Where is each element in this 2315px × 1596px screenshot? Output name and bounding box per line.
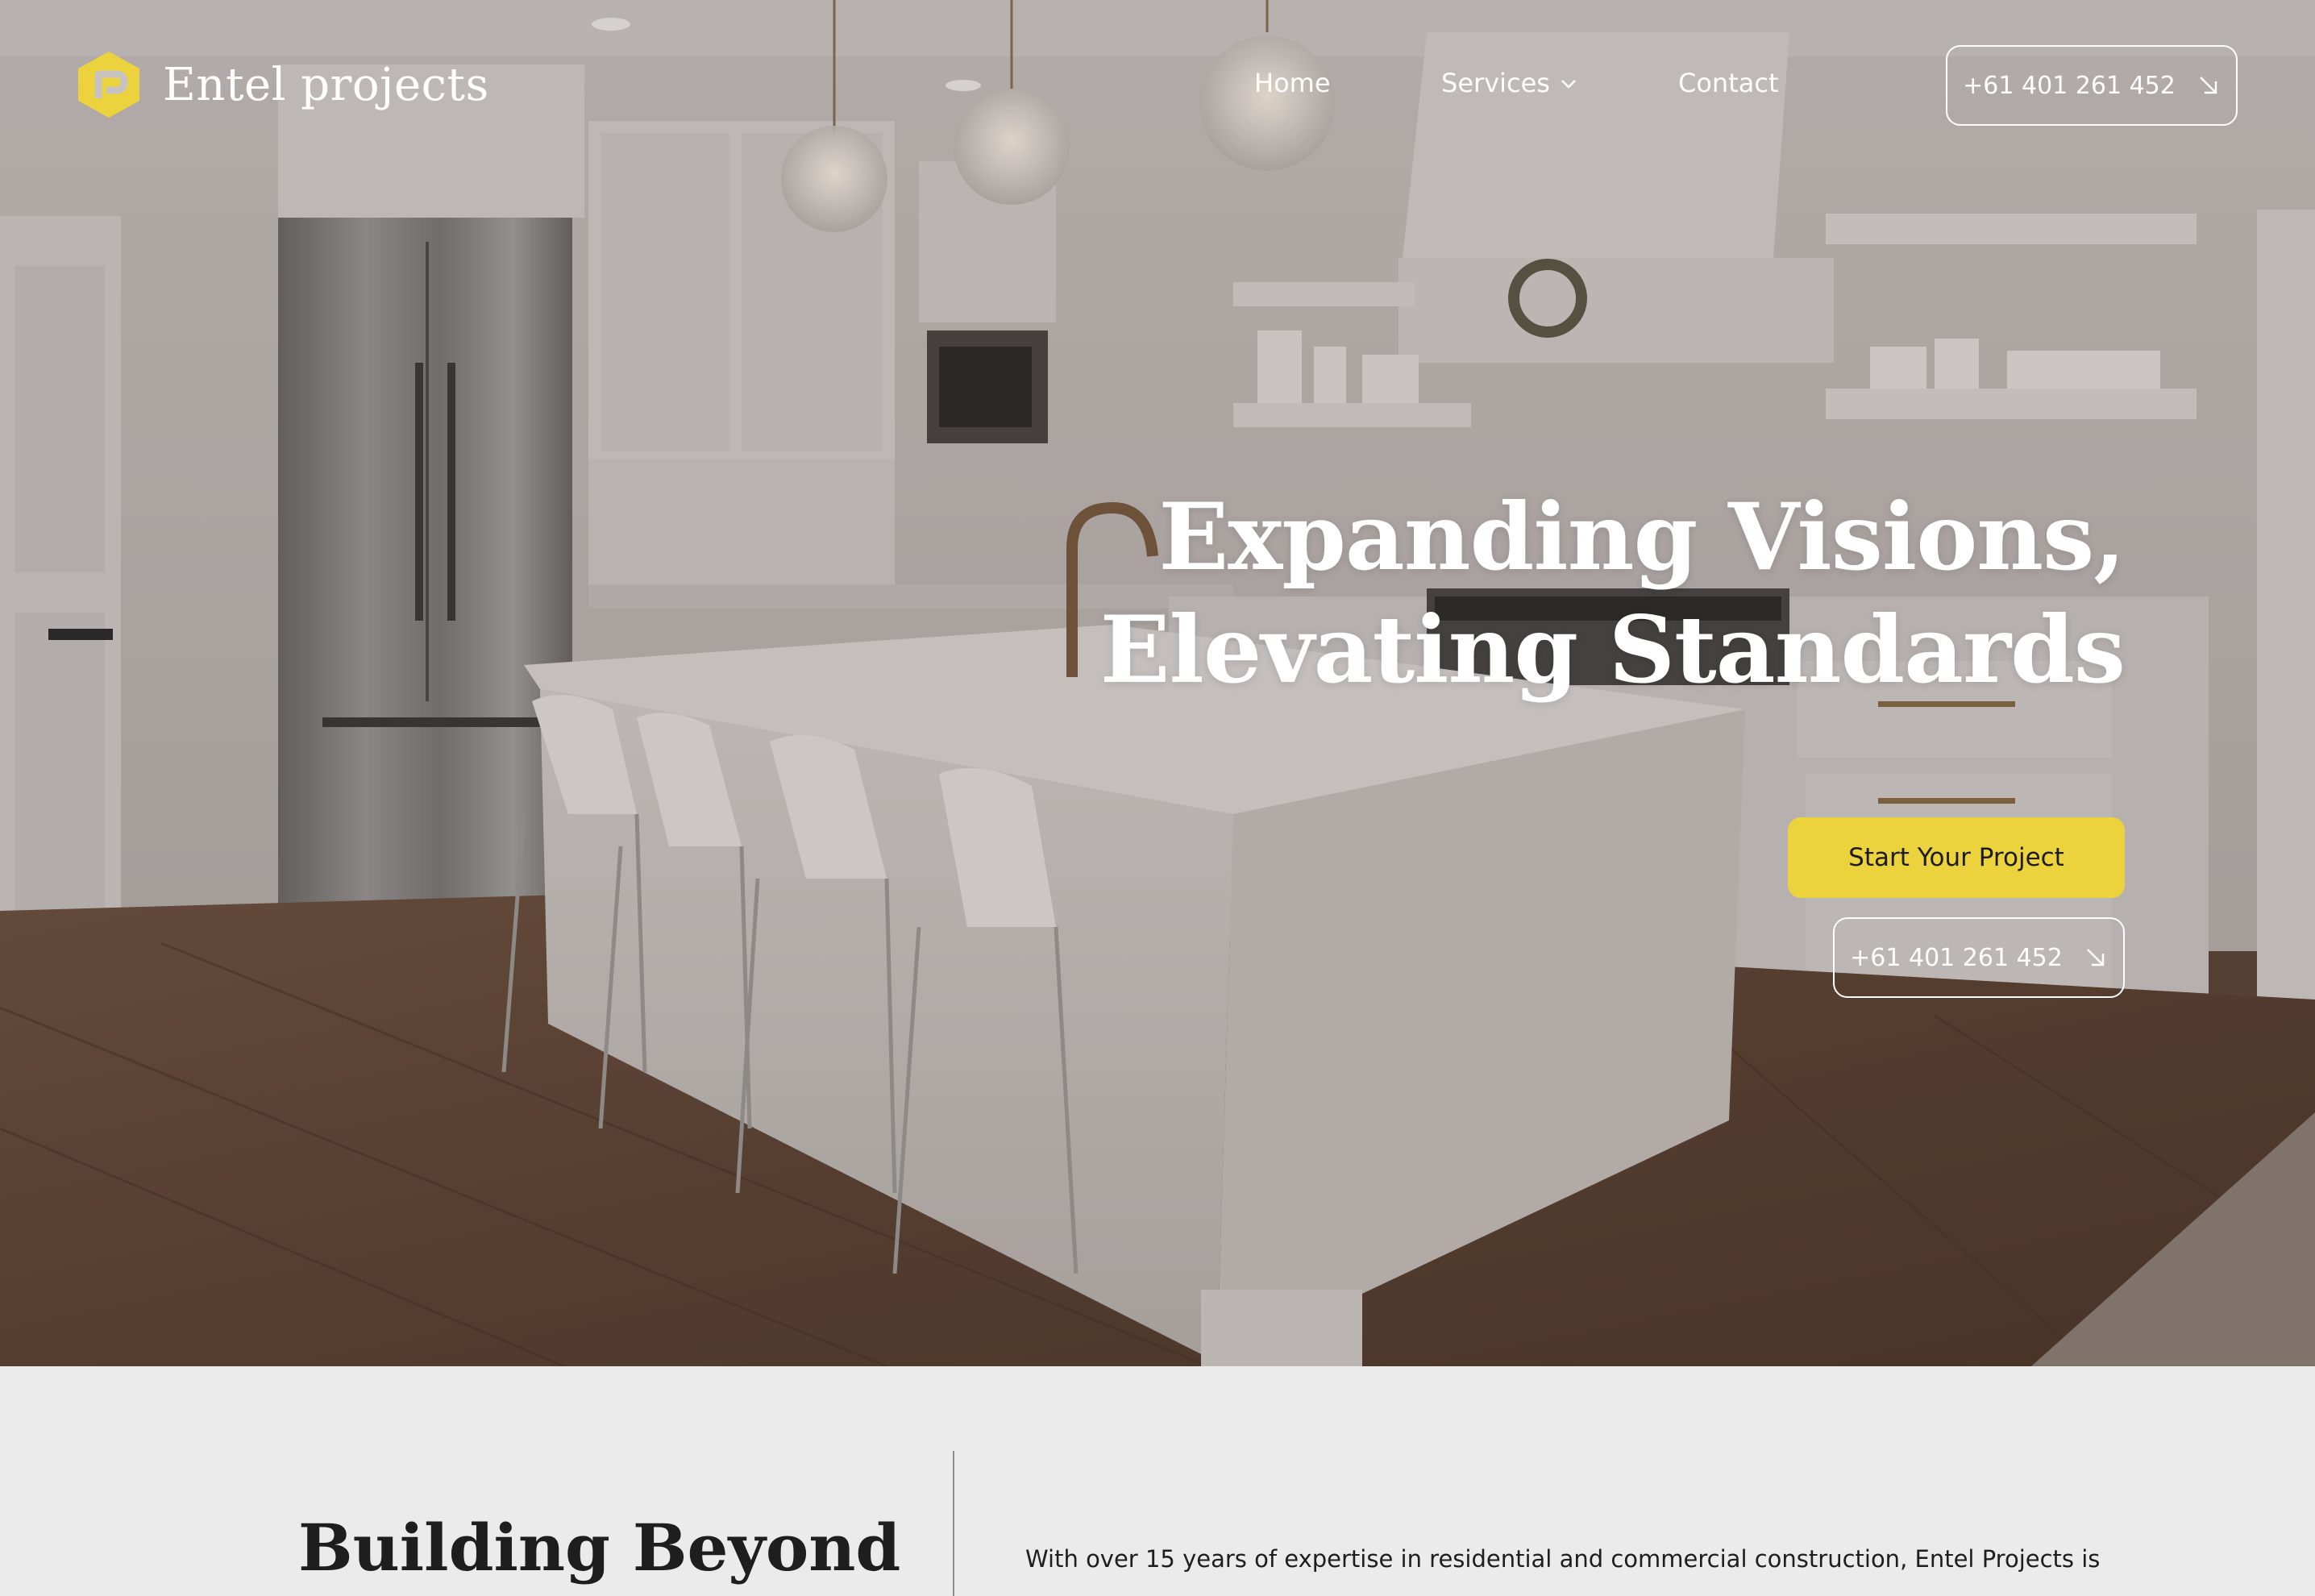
brand-name: Entel projects [163,58,489,111]
hero-section: Entel projects Home Services Contact +61… [0,0,2315,1366]
nav-home[interactable]: Home [1254,68,1331,98]
hero-phone-label: +61 401 261 452 [1850,943,2063,972]
header-phone-button[interactable]: +61 401 261 452 [1946,45,2238,126]
hero-headline-line-2: Elevating Standards [1099,596,2126,704]
arrow-down-right-icon [2086,949,2105,966]
about-section: Building Beyond With over 15 years of ex… [0,1366,2315,1596]
start-project-button[interactable]: Start Your Project [1788,817,2125,898]
chevron-down-icon [1561,80,1576,89]
nav-services-label: Services [1441,68,1550,98]
hero-headline-line-1: Expanding Visions, [1158,483,2126,591]
nav-services[interactable]: Services [1441,68,1579,98]
hero-headline: Expanding Visions, Elevating Standards [1099,480,2126,706]
brand-logo[interactable]: Entel projects [76,50,489,119]
about-title: Building Beyond [298,1510,901,1586]
about-text: With over 15 years of expertise in resid… [1025,1545,2101,1573]
about-divider [953,1451,954,1596]
hexagon-p-logo-icon [78,52,139,118]
nav-contact[interactable]: Contact [1678,68,1779,98]
header-phone-label: +61 401 261 452 [1963,71,2176,100]
hero-phone-button[interactable]: +61 401 261 452 [1833,917,2125,998]
arrow-down-right-icon [2199,77,2217,94]
